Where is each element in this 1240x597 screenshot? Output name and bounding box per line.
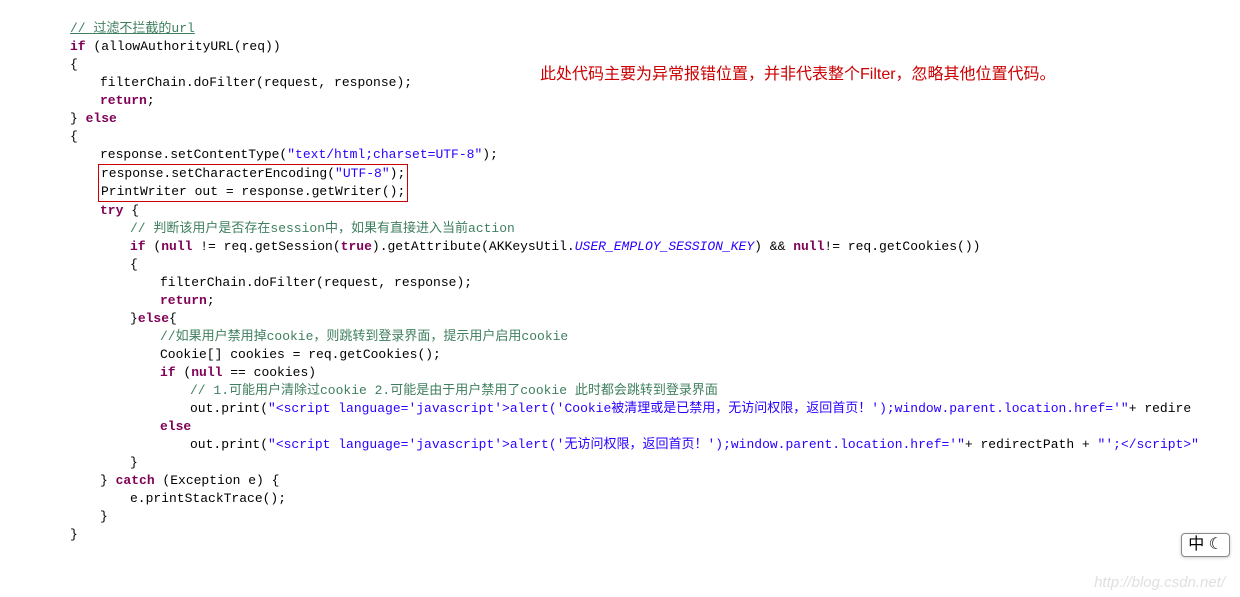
code-text: ; xyxy=(207,293,215,308)
code-text: out.print( xyxy=(190,401,268,416)
code-text: ) && xyxy=(754,239,793,254)
code-text: + redire xyxy=(1129,401,1191,416)
brace: } xyxy=(40,508,1200,526)
watermark: http://blog.csdn.net/ xyxy=(1094,574,1225,592)
code-text: + redirectPath + xyxy=(965,437,1098,452)
code-text: { xyxy=(123,203,139,218)
code-text: Cookie[] cookies = req.getCookies(); xyxy=(40,346,1200,364)
code-text: ( xyxy=(176,365,192,380)
kw-try: try xyxy=(100,203,123,218)
brace: } xyxy=(70,111,86,126)
code-text: (allowAuthorityURL(req)) xyxy=(86,39,281,54)
brace: { xyxy=(40,128,1200,146)
kw-return: return xyxy=(160,293,207,308)
string: pt>" xyxy=(1168,437,1199,452)
brace: } xyxy=(130,311,138,326)
comment: // 判断该用户是否存在session中，如果有直接进入当前action xyxy=(130,221,515,236)
brace: } xyxy=(40,526,1200,544)
comment: // 1.可能用户清除过cookie 2.可能是由于用户禁用了cookie 此时… xyxy=(190,383,718,398)
kw-if: if xyxy=(130,239,146,254)
code-text: out.print( xyxy=(190,437,268,452)
code-text: != req.getSession( xyxy=(192,239,340,254)
code-text: ; xyxy=(147,93,155,108)
string: "';</scri xyxy=(1098,437,1168,452)
code-text: (Exception e) { xyxy=(155,473,280,488)
highlight-box: response.setCharacterEncoding("UTF-8"); P… xyxy=(98,164,408,202)
kw-null: null xyxy=(161,239,192,254)
string: "<script language='javascript'>alert('Co… xyxy=(268,401,1129,416)
code-text: ( xyxy=(146,239,162,254)
brace: } xyxy=(40,454,1200,472)
kw-if: if xyxy=(160,365,176,380)
annotation-text: 此处代码主要为异常报错位置，并非代表整个Filter，忽略其他位置代码。 xyxy=(540,66,1056,84)
kw-else: else xyxy=(138,311,169,326)
string: "<script language='javascript'>alert('无访… xyxy=(268,437,965,452)
code-text: response.setCharacterEncoding( xyxy=(101,166,335,181)
code-block: 此处代码主要为异常报错位置，并非代表整个Filter，忽略其他位置代码。 // … xyxy=(40,20,1200,544)
code-text: filterChain.doFilter(request, response); xyxy=(40,274,1200,292)
code-text: != req.getCookies()) xyxy=(824,239,980,254)
code-text: == cookies) xyxy=(222,365,316,380)
brace: { xyxy=(40,256,1200,274)
kw-true: true xyxy=(341,239,372,254)
ime-indicator[interactable]: 中 ☾ xyxy=(1181,533,1230,557)
comment: // 过滤不拦截的url xyxy=(70,21,195,36)
code-text: PrintWriter out = response.getWriter(); xyxy=(101,184,405,199)
kw-catch: catch xyxy=(116,473,155,488)
kw-null: null xyxy=(191,365,222,380)
string: "UTF-8" xyxy=(335,166,390,181)
code-text: e.printStackTrace(); xyxy=(40,490,1200,508)
kw-return: return xyxy=(100,93,147,108)
string: "text/html;charset=UTF-8" xyxy=(287,147,482,162)
kw-else: else xyxy=(86,111,117,126)
brace: } xyxy=(100,473,116,488)
kw-if: if xyxy=(70,39,86,54)
kw-else: else xyxy=(160,419,191,434)
code-text: ).getAttribute(AKKeysUtil. xyxy=(372,239,575,254)
code-text: ); xyxy=(390,166,406,181)
code-text: ); xyxy=(482,147,498,162)
constant: USER_EMPLOY_SESSION_KEY xyxy=(575,239,754,254)
brace: { xyxy=(169,311,177,326)
code-text: response.setContentType( xyxy=(100,147,287,162)
comment: //如果用户禁用掉cookie，则跳转到登录界面，提示用户启用cookie xyxy=(160,329,568,344)
kw-null: null xyxy=(793,239,824,254)
